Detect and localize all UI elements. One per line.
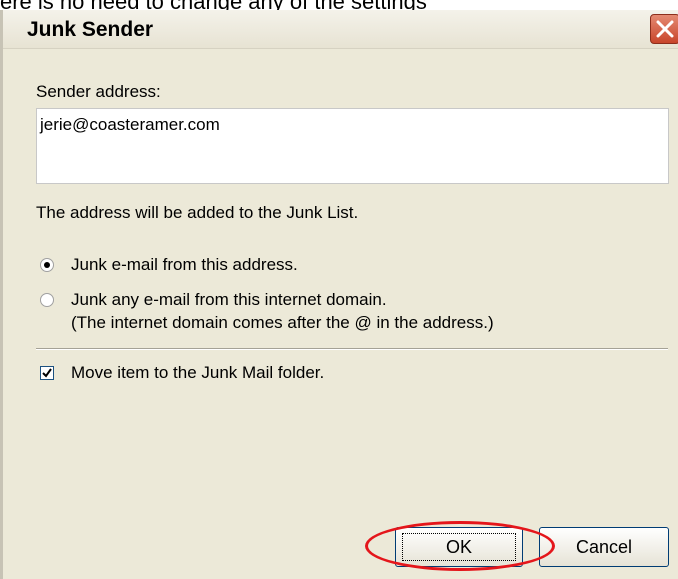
title-bar: Junk Sender — [3, 10, 678, 49]
move-to-junk-label[interactable]: Move item to the Junk Mail folder. — [71, 363, 324, 383]
radio-junk-domain-note: (The internet domain comes after the @ i… — [71, 313, 494, 332]
radio-selected-dot — [44, 262, 50, 268]
cancel-button-label: Cancel — [575, 537, 633, 557]
dialog-title: Junk Sender — [27, 18, 154, 41]
sender-address-value: jerie@coasteramer.com — [40, 115, 220, 134]
radio-junk-address-label[interactable]: Junk e-mail from this address. — [71, 255, 298, 275]
sender-address-label: Sender address: — [36, 82, 161, 101]
close-button[interactable] — [650, 14, 678, 44]
close-x-icon — [656, 20, 674, 38]
radio-junk-domain-label[interactable]: Junk any e-mail from this internet domai… — [71, 290, 387, 310]
junk-sender-dialog: Junk Sender Sender address: jerie@coaste… — [0, 10, 678, 579]
checkmark-icon — [42, 368, 52, 378]
move-to-junk-checkbox[interactable] — [40, 366, 54, 380]
radio-junk-domain[interactable] — [40, 293, 54, 307]
cancel-button[interactable]: Cancel — [539, 527, 669, 567]
separator — [36, 348, 668, 350]
info-text: The address will be added to the Junk Li… — [36, 203, 359, 222]
highlight-ring — [365, 521, 555, 571]
sender-address-field[interactable]: jerie@coasteramer.com — [36, 108, 669, 184]
radio-junk-address[interactable] — [40, 258, 54, 272]
